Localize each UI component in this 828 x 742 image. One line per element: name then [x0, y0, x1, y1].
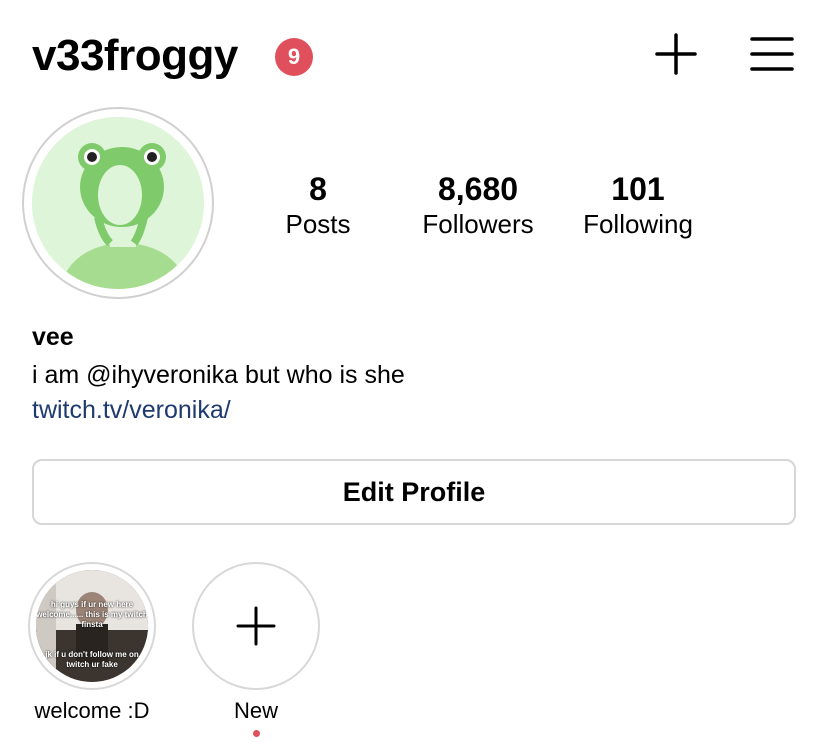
following-stat[interactable]: 101 Following: [563, 170, 713, 240]
followers-stat[interactable]: 8,680 Followers: [403, 170, 553, 240]
plus-icon: [236, 606, 276, 646]
plus-icon: [655, 33, 697, 75]
highlight-thumb-text-top: hi guys if ur new here welcome...... thi…: [36, 600, 148, 629]
highlight-thumb-text-bottom: jk if u don't follow me on twitch ur fak…: [45, 650, 139, 669]
frog-avatar-image: [32, 117, 204, 289]
highlight-ring: hi guys if ur new here welcome...... thi…: [28, 562, 156, 690]
posts-stat[interactable]: 8 Posts: [243, 170, 393, 240]
posts-label: Posts: [285, 209, 351, 239]
profile-header: v33froggy 9: [0, 0, 828, 110]
hamburger-menu-icon: [750, 37, 794, 71]
highlight-label: welcome :D: [34, 698, 150, 723]
followers-label: Followers: [422, 209, 534, 239]
posts-count: 8: [309, 171, 327, 207]
new-highlight-label: New: [233, 698, 278, 723]
following-count: 101: [611, 171, 665, 207]
new-indicator-dot: [252, 730, 260, 737]
new-highlight[interactable]: New: [191, 562, 321, 737]
story-highlight[interactable]: hi guys if ur new here welcome...... thi…: [27, 562, 157, 724]
profile-avatar-ring[interactable]: [22, 107, 214, 299]
username[interactable]: v33froggy: [32, 30, 238, 82]
bio-text: i am @ihyveronika but who is she: [32, 361, 405, 389]
notification-badge[interactable]: 9: [275, 38, 313, 76]
create-button[interactable]: [655, 33, 697, 75]
bio-name: vee: [32, 323, 74, 351]
edit-profile-button[interactable]: Edit Profile: [32, 459, 796, 525]
new-highlight-ring: [192, 562, 320, 690]
avatar: [32, 117, 204, 289]
following-label: Following: [583, 209, 693, 239]
highlight-thumbnail: hi guys if ur new here welcome...... thi…: [36, 570, 148, 682]
menu-button[interactable]: [750, 36, 794, 72]
bio-link[interactable]: twitch.tv/veronika/: [32, 395, 231, 425]
followers-count: 8,680: [437, 171, 519, 207]
